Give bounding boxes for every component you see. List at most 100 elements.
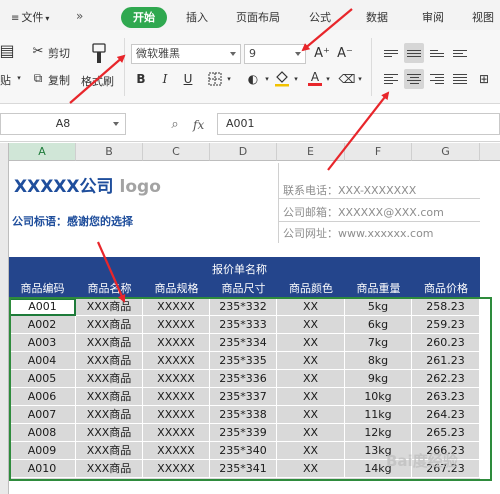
name-box[interactable]: A8 bbox=[0, 113, 126, 135]
cell-product-price[interactable]: 262.23 bbox=[412, 370, 480, 388]
cell-product-spec[interactable]: XXXXX bbox=[143, 352, 210, 370]
cell-product-name[interactable]: XXX商品 bbox=[76, 370, 143, 388]
font-name-select[interactable]: 微软雅黑 bbox=[131, 44, 241, 64]
cell-product-size[interactable]: 235*340 bbox=[210, 442, 277, 460]
cell-product-size[interactable]: 235*339 bbox=[210, 424, 277, 442]
cell-product-code[interactable]: A001 bbox=[9, 298, 76, 316]
cell-product-color[interactable]: XX bbox=[277, 406, 345, 424]
eraser-icon[interactable]: ⌫ bbox=[338, 70, 356, 88]
border-icon[interactable] bbox=[206, 70, 224, 88]
cell-product-size[interactable]: 235*334 bbox=[210, 334, 277, 352]
bold-button[interactable]: B bbox=[133, 70, 149, 88]
align-right-icon[interactable] bbox=[427, 69, 447, 89]
cell-product-weight[interactable]: 6kg bbox=[345, 316, 412, 334]
cell-product-color[interactable]: XX bbox=[277, 424, 345, 442]
cell-product-size[interactable]: 235*332 bbox=[210, 298, 277, 316]
cell-product-spec[interactable]: XXXXX bbox=[143, 388, 210, 406]
cell-product-size[interactable]: 235*335 bbox=[210, 352, 277, 370]
paste-icon[interactable]: ▤ bbox=[0, 40, 15, 60]
cell-product-weight[interactable]: 12kg bbox=[345, 424, 412, 442]
chevron-down-icon[interactable]: ▾ bbox=[356, 70, 364, 88]
fill-color-icon[interactable]: ◐ bbox=[244, 70, 262, 88]
cell-product-color[interactable]: XX bbox=[277, 388, 345, 406]
format-painter-button[interactable]: 格式刷 bbox=[81, 73, 114, 89]
cell-product-price[interactable]: 258.23 bbox=[412, 298, 480, 316]
font-shrink-icon[interactable]: A⁻ bbox=[336, 44, 354, 62]
cell-product-name[interactable]: XXX商品 bbox=[76, 460, 143, 478]
tab-data[interactable]: 数据 bbox=[366, 9, 388, 25]
cell-product-name[interactable]: XXX商品 bbox=[76, 298, 143, 316]
align-bottom-icon[interactable] bbox=[427, 43, 447, 63]
zoom-icon[interactable]: ⌕ bbox=[167, 116, 183, 132]
tab-page-layout[interactable]: 页面布局 bbox=[236, 9, 280, 25]
align-top-icon[interactable] bbox=[381, 43, 401, 63]
chevron-down-icon[interactable]: ▾ bbox=[263, 70, 271, 88]
format-painter-icon[interactable] bbox=[88, 42, 110, 66]
cell-product-spec[interactable]: XXXXX bbox=[143, 406, 210, 424]
cell-product-color[interactable]: XX bbox=[277, 460, 345, 478]
cell-product-color[interactable]: XX bbox=[277, 334, 345, 352]
font-grow-icon[interactable]: A⁺ bbox=[313, 44, 331, 62]
column-header-a[interactable]: A bbox=[9, 143, 76, 161]
column-header-d[interactable]: D bbox=[210, 143, 277, 161]
italic-button[interactable]: I bbox=[157, 70, 173, 88]
tab-insert[interactable]: 插入 bbox=[186, 9, 208, 25]
cell-product-code[interactable]: A003 bbox=[9, 334, 76, 352]
cell-product-name[interactable]: XXX商品 bbox=[76, 352, 143, 370]
cell-product-price[interactable]: 265.23 bbox=[412, 424, 480, 442]
cell-product-price[interactable]: 264.23 bbox=[412, 406, 480, 424]
cell-product-size[interactable]: 235*333 bbox=[210, 316, 277, 334]
cell-product-spec[interactable]: XXXXX bbox=[143, 424, 210, 442]
underline-button[interactable]: U bbox=[180, 70, 196, 88]
tab-formula[interactable]: 公式 bbox=[309, 9, 331, 25]
cell-product-code[interactable]: A004 bbox=[9, 352, 76, 370]
cell-product-code[interactable]: A007 bbox=[9, 406, 76, 424]
wrap-text-icon[interactable] bbox=[450, 43, 470, 63]
cell-product-spec[interactable]: XXXXX bbox=[143, 370, 210, 388]
cell-product-spec[interactable]: XXXXX bbox=[143, 442, 210, 460]
copy-icon[interactable]: ⧉ bbox=[31, 71, 45, 85]
cell-product-spec[interactable]: XXXXX bbox=[143, 334, 210, 352]
cell-product-name[interactable]: XXX商品 bbox=[76, 388, 143, 406]
tab-view[interactable]: 视图 bbox=[472, 9, 494, 25]
cell-product-color[interactable]: XX bbox=[277, 316, 345, 334]
cell-product-code[interactable]: A006 bbox=[9, 388, 76, 406]
cell-product-weight[interactable]: 11kg bbox=[345, 406, 412, 424]
more-icon[interactable]: » bbox=[76, 9, 83, 23]
column-header-f[interactable]: F bbox=[345, 143, 412, 161]
fill-bucket-icon[interactable] bbox=[272, 68, 292, 88]
column-header-e[interactable]: E bbox=[277, 143, 345, 161]
cell-product-size[interactable]: 235*341 bbox=[210, 460, 277, 478]
cell-product-name[interactable]: XXX商品 bbox=[76, 334, 143, 352]
cell-product-spec[interactable]: XXXXX bbox=[143, 316, 210, 334]
cell-product-weight[interactable]: 8kg bbox=[345, 352, 412, 370]
cell-product-weight[interactable]: 9kg bbox=[345, 370, 412, 388]
fx-icon[interactable]: fx bbox=[193, 118, 204, 132]
cell-product-code[interactable]: A008 bbox=[9, 424, 76, 442]
cell-product-size[interactable]: 235*336 bbox=[210, 370, 277, 388]
cell-product-weight[interactable]: 7kg bbox=[345, 334, 412, 352]
chevron-down-icon[interactable]: ▾ bbox=[225, 70, 233, 88]
align-center-icon[interactable] bbox=[404, 69, 424, 89]
chevron-down-icon[interactable]: ▾ bbox=[292, 70, 300, 88]
font-color-icon[interactable]: A bbox=[305, 68, 325, 88]
cell-product-color[interactable]: XX bbox=[277, 352, 345, 370]
column-header-h[interactable] bbox=[480, 143, 500, 161]
row-header-strip[interactable] bbox=[0, 143, 9, 494]
formula-input[interactable]: A001 bbox=[217, 113, 500, 135]
font-size-select[interactable]: 9 bbox=[244, 44, 306, 64]
cell-product-weight[interactable]: 10kg bbox=[345, 388, 412, 406]
cell-product-code[interactable]: A009 bbox=[9, 442, 76, 460]
cell-product-color[interactable]: XX bbox=[277, 370, 345, 388]
align-left-icon[interactable] bbox=[381, 69, 401, 89]
cell-product-price[interactable]: 259.23 bbox=[412, 316, 480, 334]
chevron-down-icon[interactable]: ▾ bbox=[324, 70, 332, 88]
cell-product-name[interactable]: XXX商品 bbox=[76, 424, 143, 442]
align-middle-icon[interactable] bbox=[404, 43, 424, 63]
tab-start[interactable]: 开始 bbox=[121, 7, 167, 28]
cell-product-spec[interactable]: XXXXX bbox=[143, 460, 210, 478]
column-header-c[interactable]: C bbox=[143, 143, 210, 161]
paste-label[interactable]: 贴 bbox=[0, 72, 11, 88]
column-header-g[interactable]: G bbox=[412, 143, 480, 161]
cell-product-price[interactable]: 263.23 bbox=[412, 388, 480, 406]
